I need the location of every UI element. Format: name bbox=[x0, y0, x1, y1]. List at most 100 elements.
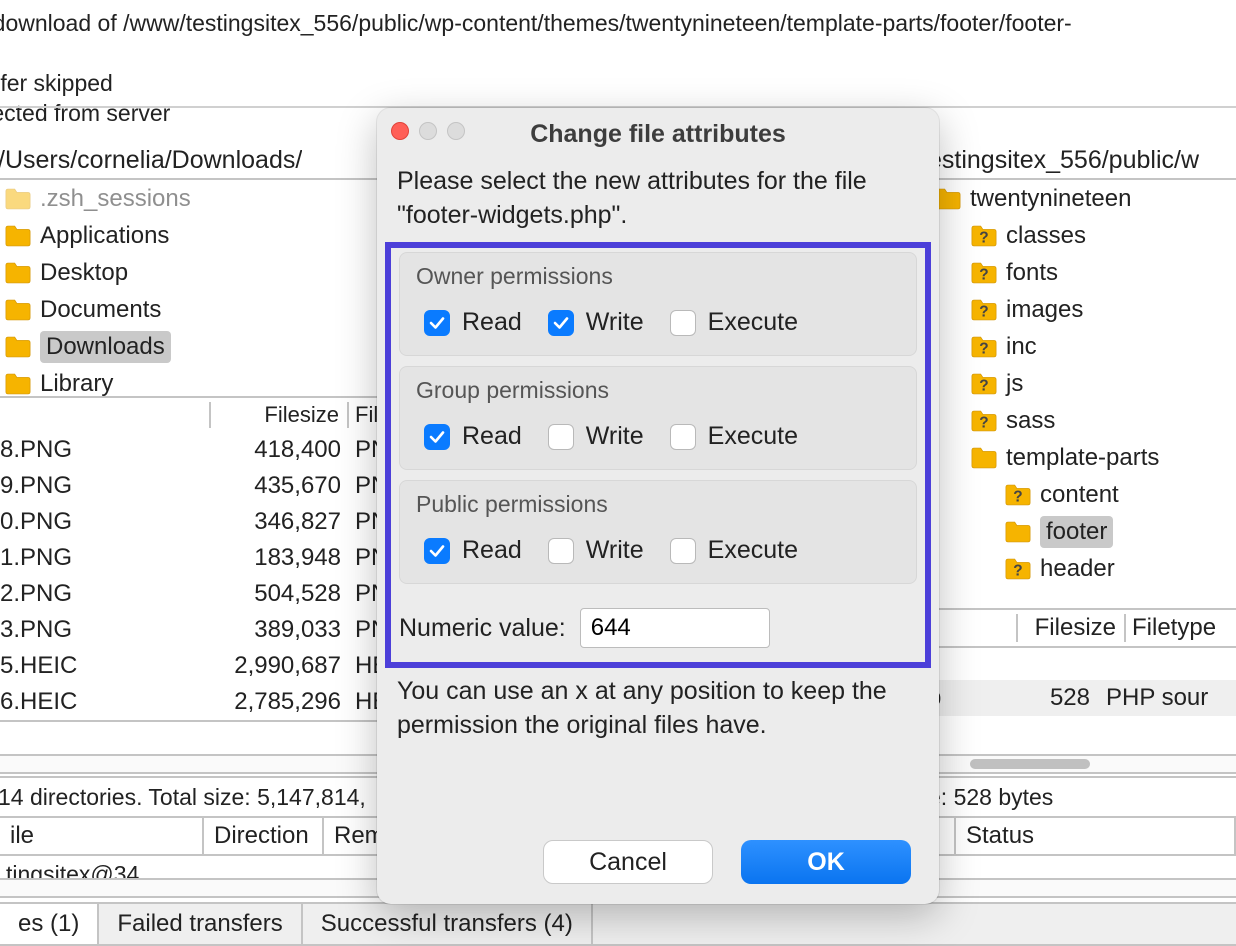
col-file[interactable]: ile bbox=[0, 818, 204, 854]
close-window-button[interactable] bbox=[391, 122, 409, 140]
cell-size: 528 bbox=[1018, 684, 1098, 712]
folder-icon: ? bbox=[970, 225, 998, 247]
owner-write-checkbox[interactable]: Write bbox=[548, 308, 644, 337]
minimize-window-button[interactable] bbox=[419, 122, 437, 140]
file-type: PN bbox=[349, 472, 379, 500]
public-read-checkbox[interactable]: Read bbox=[424, 536, 522, 565]
owner-read-checkbox[interactable]: Read bbox=[424, 308, 522, 337]
svg-text:?: ? bbox=[979, 303, 988, 320]
file-size: 346,827 bbox=[209, 508, 349, 536]
folder-label: twentynineteen bbox=[970, 185, 1131, 213]
local-tree-item[interactable]: Applications bbox=[0, 217, 379, 254]
col-status[interactable]: Status bbox=[956, 818, 1236, 854]
file-type: PN bbox=[349, 544, 379, 572]
tab-successful-transfers[interactable]: Successful transfers (4) bbox=[303, 904, 593, 944]
remote-tree-item[interactable]: ?content bbox=[930, 476, 1236, 513]
list-item[interactable]: 3.PNG389,033PN bbox=[0, 612, 379, 648]
folder-label: js bbox=[1006, 370, 1023, 398]
remote-tree-item[interactable]: ?inc bbox=[930, 328, 1236, 365]
list-item[interactable]: 5.HEIC2,990,687HE bbox=[0, 648, 379, 684]
checkbox-icon bbox=[670, 310, 696, 336]
folder-label: content bbox=[1040, 481, 1119, 509]
list-item[interactable]: 0.PNG346,827PN bbox=[0, 504, 379, 540]
file-type: HE bbox=[349, 652, 379, 680]
folder-icon: ? bbox=[970, 373, 998, 395]
remote-tree-item[interactable]: ?header bbox=[930, 550, 1236, 587]
remote-tree-item[interactable]: footer bbox=[930, 513, 1236, 550]
col-filesize[interactable]: Filesize bbox=[1016, 614, 1126, 642]
svg-text:?: ? bbox=[1013, 562, 1022, 579]
remote-tree-item[interactable]: ?fonts bbox=[930, 254, 1236, 291]
public-write-checkbox[interactable]: Write bbox=[548, 536, 644, 565]
folder-icon bbox=[4, 336, 32, 358]
remote-tree-item[interactable]: ? js bbox=[930, 365, 1236, 402]
numeric-value-input[interactable] bbox=[580, 608, 770, 648]
list-item[interactable]: 9.PNG435,670PN bbox=[0, 468, 379, 504]
scrollbar[interactable] bbox=[928, 754, 1236, 774]
list-item[interactable]: 8.PNG418,400PN bbox=[0, 432, 379, 468]
file-name: 3.PNG bbox=[0, 616, 209, 644]
local-file-list[interactable]: Filesize Fil 8.PNG418,400PN9.PNG435,670P… bbox=[0, 396, 381, 722]
col-filetype[interactable]: Fil bbox=[349, 402, 379, 428]
remote-tree-item[interactable]: ?classes bbox=[930, 217, 1236, 254]
folder-icon bbox=[4, 225, 32, 247]
group-read-checkbox[interactable]: Read bbox=[424, 422, 522, 451]
window-controls bbox=[391, 122, 465, 140]
local-tree-item[interactable]: .zsh_sessions bbox=[0, 180, 379, 217]
folder-icon: ? bbox=[970, 299, 998, 321]
folder-label: Desktop bbox=[40, 259, 128, 287]
checkbox-label: Execute bbox=[708, 422, 798, 451]
local-tree-item[interactable]: Desktop bbox=[0, 254, 379, 291]
zoom-window-button[interactable] bbox=[447, 122, 465, 140]
remote-tree-item[interactable]: template-parts bbox=[930, 439, 1236, 476]
folder-label: sass bbox=[1006, 407, 1055, 435]
dialog-titlebar[interactable]: Change file attributes bbox=[377, 108, 939, 160]
group-execute-checkbox[interactable]: Execute bbox=[670, 422, 798, 451]
folder-label: template-parts bbox=[1006, 444, 1159, 472]
checkbox-label: Execute bbox=[708, 308, 798, 337]
folder-label: images bbox=[1006, 296, 1083, 324]
numeric-value-row: Numeric value: bbox=[399, 594, 917, 652]
remote-list-row[interactable]: p 528 PHP sour bbox=[928, 680, 1236, 716]
remote-path-text: estingsitex_556/public/w bbox=[928, 146, 1199, 175]
owner-permissions-group: Owner permissionsReadWriteExecute bbox=[399, 252, 917, 356]
public-execute-checkbox[interactable]: Execute bbox=[670, 536, 798, 565]
cell-type: PHP sour bbox=[1098, 684, 1236, 712]
checkbox-icon bbox=[548, 424, 574, 450]
local-tree-item[interactable]: Documents bbox=[0, 291, 379, 328]
owner-execute-checkbox[interactable]: Execute bbox=[670, 308, 798, 337]
folder-label: Downloads bbox=[40, 331, 171, 363]
checkbox-label: Write bbox=[586, 308, 644, 337]
checkbox-icon bbox=[424, 424, 450, 450]
col-filetype[interactable]: Filetype bbox=[1126, 614, 1236, 642]
folder-icon bbox=[4, 262, 32, 284]
folder-icon bbox=[970, 447, 998, 469]
remote-tree-item[interactable]: ?sass bbox=[930, 402, 1236, 439]
file-size: 183,948 bbox=[209, 544, 349, 572]
tab-failed-transfers[interactable]: Failed transfers bbox=[99, 904, 302, 944]
cancel-button[interactable]: Cancel bbox=[543, 840, 713, 884]
file-type: HE bbox=[349, 688, 379, 716]
file-size: 418,400 bbox=[209, 436, 349, 464]
list-item[interactable]: 1.PNG183,948PN bbox=[0, 540, 379, 576]
group-write-checkbox[interactable]: Write bbox=[548, 422, 644, 451]
remote-tree-item[interactable]: ? images bbox=[930, 291, 1236, 328]
file-type: PN bbox=[349, 436, 379, 464]
folder-label: Library bbox=[40, 370, 113, 398]
checkbox-label: Read bbox=[462, 536, 522, 565]
ok-button[interactable]: OK bbox=[741, 840, 911, 884]
col-direction[interactable]: Direction bbox=[204, 818, 324, 854]
list-item[interactable]: 6.HEIC2,785,296HE bbox=[0, 684, 379, 720]
file-size: 2,785,296 bbox=[209, 688, 349, 716]
status-bar-right: e: 528 bytes bbox=[928, 780, 1236, 815]
remote-tree-item[interactable]: twentynineteen bbox=[930, 180, 1236, 217]
local-tree-item[interactable]: Downloads bbox=[0, 328, 379, 365]
list-item[interactable]: 2.PNG504,528PN bbox=[0, 576, 379, 612]
checkbox-icon bbox=[670, 538, 696, 564]
svg-text:?: ? bbox=[979, 340, 988, 357]
folder-label: footer bbox=[1040, 516, 1113, 548]
col-filesize[interactable]: Filesize bbox=[209, 402, 349, 428]
tab-queued-files[interactable]: es (1) bbox=[0, 904, 99, 944]
checkbox-label: Read bbox=[462, 308, 522, 337]
svg-text:?: ? bbox=[979, 266, 988, 283]
